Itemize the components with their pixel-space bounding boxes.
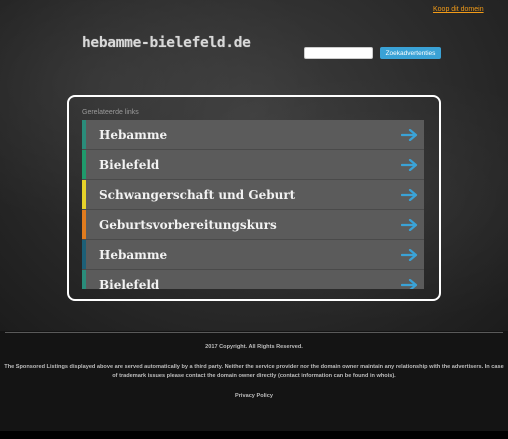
related-link-hebamme-2[interactable]: Hebamme — [82, 240, 424, 270]
disclaimer-text: The Sponsored Listings displayed above a… — [4, 364, 504, 379]
buy-domain-link[interactable]: Koop dit domein — [433, 6, 484, 13]
related-link-label: Geburtsvorbereitungskurs — [99, 217, 277, 232]
link-color-bar — [82, 270, 86, 289]
arrow-right-icon — [401, 278, 418, 289]
related-link-schwangerschaft[interactable]: Schwangerschaft und Geburt — [82, 180, 424, 210]
related-link-bielefeld-2[interactable]: Bielefeld — [82, 270, 424, 289]
related-link-label: Bielefeld — [99, 157, 160, 172]
related-links-panel: Gerelateerde links Hebamme Bielefeld Sch… — [67, 95, 441, 301]
related-link-label: Bielefeld — [99, 277, 160, 290]
arrow-right-icon — [401, 128, 418, 141]
link-color-bar — [82, 240, 86, 269]
link-color-bar — [82, 150, 86, 179]
arrow-right-icon — [401, 218, 418, 231]
related-link-label: Hebamme — [99, 127, 168, 142]
related-link-geburtsvorbereitungskurs[interactable]: Geburtsvorbereitungskurs — [82, 210, 424, 240]
related-link-label: Hebamme — [99, 247, 168, 262]
arrow-right-icon — [401, 248, 418, 261]
related-link-label: Schwangerschaft und Geburt — [99, 187, 296, 202]
link-color-bar — [82, 180, 86, 209]
site-logo: hebamme-bielefeld.de — [82, 35, 251, 51]
search-button[interactable]: Zoekadvertenties — [380, 47, 441, 59]
related-link-bielefeld[interactable]: Bielefeld — [82, 150, 424, 180]
copyright-text: 2017 Copyright. All Rights Reserved. — [205, 344, 303, 350]
arrow-right-icon — [401, 188, 418, 201]
search-input[interactable] — [304, 47, 373, 59]
related-links-title: Gerelateerde links — [82, 109, 139, 116]
arrow-right-icon — [401, 158, 418, 171]
related-link-hebamme[interactable]: Hebamme — [82, 120, 424, 150]
footer-divider — [5, 332, 503, 333]
privacy-policy-link[interactable]: Privacy Policy — [0, 393, 508, 399]
link-color-bar — [82, 120, 86, 149]
related-links-list: Hebamme Bielefeld Schwangerschaft und Ge… — [82, 120, 424, 289]
bottom-band — [0, 431, 508, 439]
link-color-bar — [82, 210, 86, 239]
